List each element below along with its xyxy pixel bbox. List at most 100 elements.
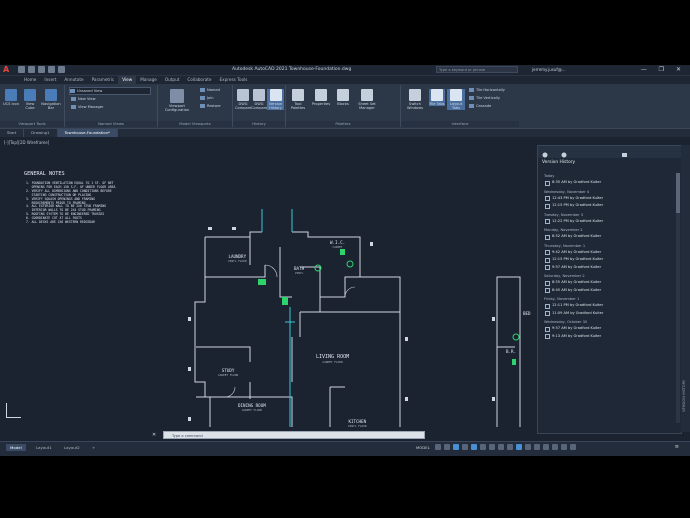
file-tab-start[interactable]: Start (0, 129, 25, 137)
navigation-bar-button[interactable]: Navigation Bar (40, 89, 62, 110)
dwg-compare-button[interactable]: DWG Compare (235, 89, 251, 110)
user-account[interactable]: jerremy.jusuf@... (532, 65, 566, 75)
ortho-icon[interactable] (452, 444, 459, 450)
save-icon[interactable] (38, 66, 45, 73)
tab-output[interactable]: Output (161, 76, 184, 84)
blocks-icon (337, 89, 349, 101)
open-icon[interactable] (28, 66, 35, 73)
undo-icon[interactable] (48, 66, 55, 73)
tab-express-tools[interactable]: Express Tools (215, 76, 251, 84)
switch-windows-button[interactable]: Switch Windows (403, 89, 427, 110)
layout-tabs-button[interactable]: Layout Tabs (447, 89, 465, 110)
tab-collaborate[interactable]: Collaborate (183, 76, 215, 84)
isolate-icon[interactable] (542, 444, 549, 450)
version-entry[interactable]: 9:13 AM by Gradford Kuiter (538, 333, 674, 341)
user-icon[interactable] (542, 152, 548, 158)
version-entry[interactable]: 9:42 AM by Gradford Kuiter (538, 249, 674, 257)
restore-button[interactable]: Restore (200, 103, 221, 109)
palette-toolbar (538, 146, 681, 158)
version-entry[interactable]: 8:52 AM by Gradford Kuiter (538, 233, 674, 241)
version-entry[interactable]: 8:55 AM by Gradford Kuiter (538, 279, 674, 287)
version-entry[interactable]: 8:45 AM by Gradford Kuiter (538, 287, 674, 295)
snap-icon[interactable] (443, 444, 450, 450)
lineweight-icon[interactable] (488, 444, 495, 450)
tile-vertically-button[interactable]: Tile Vertically (469, 95, 500, 101)
customization-icon[interactable] (569, 444, 576, 450)
transparency-icon[interactable] (497, 444, 504, 450)
annotation-scale-icon[interactable] (515, 444, 522, 450)
ribbon: UCS Icon View Cube Navigation Bar Viewpo… (0, 84, 690, 129)
redo-icon[interactable] (58, 66, 65, 73)
scroll-thumb[interactable] (676, 173, 680, 213)
tile-horizontally-button[interactable]: Tile Horizontally (469, 87, 505, 93)
user-filter-icon[interactable] (561, 152, 567, 158)
osnap-icon[interactable] (470, 444, 477, 450)
notes-list: 1. FOUNDATION VENTILATION EQUAL TO 1 SF.… (26, 181, 115, 225)
properties-button[interactable]: Properties (310, 89, 332, 106)
units-icon[interactable] (533, 444, 540, 450)
command-close-icon[interactable]: ✕ (152, 431, 156, 439)
version-entry[interactable]: 8:35 AM by Gradford Kuiter (538, 179, 674, 187)
new-view-button[interactable]: New View (71, 96, 96, 102)
file-tabs-button[interactable]: File Tabs (429, 89, 445, 106)
tab-layout2[interactable]: Layout2 (60, 444, 84, 451)
version-entry[interactable]: 9:57 AM by Gradford Kuiter (538, 325, 674, 333)
tab-layout1[interactable]: Layout1 (32, 444, 56, 451)
tab-annotate[interactable]: Annotate (60, 76, 87, 84)
autocad-logo[interactable]: A (3, 65, 15, 75)
named-button[interactable]: Named (200, 87, 220, 93)
window-controls[interactable]: — ❐ ✕ (641, 65, 686, 75)
viewport-configuration-button[interactable]: Viewport Configuration (162, 89, 192, 112)
selection-cycling-icon[interactable] (506, 444, 513, 450)
cascade-button[interactable]: Cascade (469, 103, 491, 109)
blocks-button[interactable]: Blocks (334, 89, 352, 106)
version-entry[interactable]: 12:15 PM by Gradford Kuiter (538, 256, 674, 264)
version-entry[interactable]: 12:11 PM by Gradford Kuiter (538, 302, 674, 310)
join-button[interactable]: Join (200, 95, 214, 101)
tab-model[interactable]: Model (6, 444, 26, 451)
command-input[interactable]: Type a command (163, 431, 425, 439)
tool-palettes-button[interactable]: Tool Palettes (288, 89, 308, 110)
status-menu-icon[interactable]: ≡ (675, 444, 682, 450)
version-entry[interactable]: 12:43 PM by Gradford Kuiter (538, 195, 674, 203)
palette-scrollbar[interactable] (676, 173, 680, 423)
model-space-toggle[interactable]: MODEL (416, 445, 430, 450)
palette-side-label[interactable]: VERSION HISTORY (682, 380, 686, 412)
tab-home[interactable]: Home (20, 76, 40, 84)
new-icon[interactable] (18, 66, 25, 73)
version-entry[interactable]: 12:22 PM by Gradford Kuiter (538, 218, 674, 226)
otrack-icon[interactable] (479, 444, 486, 450)
version-entry[interactable]: 11:09 AM by Gradford Kuiter (538, 310, 674, 318)
panel-label: Model Viewports (158, 121, 232, 127)
hardware-accel-icon[interactable] (551, 444, 558, 450)
clean-screen-icon[interactable] (560, 444, 567, 450)
room-label-wic: W.I.C. CARPET (330, 240, 346, 249)
file-tab-townhouse[interactable]: Townhouse-Foundation* (57, 129, 118, 137)
sheet-set-icon (361, 89, 373, 101)
version-history-button[interactable]: Version History (267, 89, 284, 110)
ucs-icon-button[interactable]: UCS Icon (2, 89, 20, 106)
tab-view[interactable]: View (118, 76, 137, 84)
dwg-compare-2-button[interactable]: DWG Compare (251, 89, 267, 110)
version-entry[interactable]: 12:15 PM by Gradford Kuiter (538, 202, 674, 210)
file-tab-drawing1[interactable]: Drawing1 (24, 129, 58, 137)
tab-insert[interactable]: Insert (40, 76, 60, 84)
polar-icon[interactable] (461, 444, 468, 450)
workspace-icon[interactable] (524, 444, 531, 450)
version-entry[interactable]: 9:57 AM by Gradford Kuiter (538, 264, 674, 272)
tab-parametric[interactable]: Parametric (88, 76, 119, 84)
view-dropdown[interactable]: Unsaved View (69, 87, 151, 95)
view-cube-button[interactable]: View Cube (21, 89, 39, 110)
file-tabs-icon (431, 89, 443, 101)
menu-icon[interactable] (622, 153, 627, 157)
sheet-set-manager-button[interactable]: Sheet Set Manager (354, 89, 380, 110)
panel-interface: Switch Windows File Tabs Layout Tabs Til… (401, 85, 519, 127)
viewport-icon (170, 89, 184, 103)
view-manager-button[interactable]: View Manager (71, 104, 103, 110)
tool-palettes-icon (292, 89, 304, 101)
add-layout-button[interactable]: + (88, 444, 99, 451)
search-input[interactable]: Type a keyword or phrase (436, 66, 518, 73)
tab-manage[interactable]: Manage (136, 76, 161, 84)
version-list: Today 8:35 AM by Gradford Kuiter Wednesday… (538, 171, 674, 429)
grid-icon[interactable] (434, 444, 441, 450)
